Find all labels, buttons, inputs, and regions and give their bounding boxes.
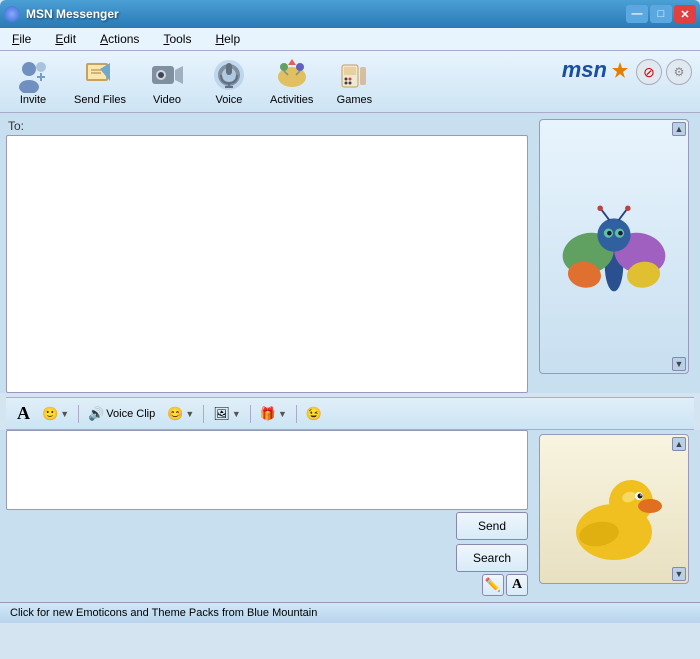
games-button[interactable]: Games bbox=[329, 55, 379, 108]
voice-clip-icon: 🔊 bbox=[88, 406, 104, 422]
menu-actions[interactable]: Actions bbox=[94, 30, 145, 48]
close-button[interactable]: ✕ bbox=[674, 5, 696, 23]
input-buttons: Send Search bbox=[6, 512, 528, 572]
avatar-scroll-up[interactable]: ▲ bbox=[672, 122, 686, 136]
voice-clip-label: Voice Clip bbox=[106, 408, 155, 420]
invite-label: Invite bbox=[20, 94, 46, 106]
toolbar-separator-1 bbox=[78, 405, 79, 423]
my-avatar-panel: ▲ ▼ bbox=[534, 430, 694, 596]
buddy-avatar: ▲ bbox=[539, 119, 689, 374]
status-text: Click for new Emoticons and Theme Packs … bbox=[10, 607, 317, 619]
bottom-icons-row: ✏️ A bbox=[6, 574, 528, 596]
invite-button[interactable]: Invite bbox=[8, 55, 58, 108]
menu-edit[interactable]: Edit bbox=[49, 30, 82, 48]
app-icon bbox=[4, 6, 20, 22]
my-avatar-scroll-down[interactable]: ▼ bbox=[672, 567, 686, 581]
toolbar: Invite Send Files Video bbox=[0, 51, 700, 113]
voice-label: Voice bbox=[216, 94, 243, 106]
emoticon-dropdown[interactable]: ▼ bbox=[60, 409, 69, 419]
status-bar: Click for new Emoticons and Theme Packs … bbox=[0, 602, 700, 623]
chat-to-label: To: bbox=[6, 119, 528, 133]
image-dropdown[interactable]: ▼ bbox=[232, 409, 241, 419]
voice-button[interactable]: Voice bbox=[204, 55, 254, 108]
activities-button[interactable]: Activities bbox=[266, 55, 317, 108]
input-area: Send Search ✏️ A bbox=[6, 430, 528, 596]
invite-icon bbox=[15, 57, 51, 93]
gift-icon: 🎁 bbox=[260, 406, 276, 422]
toolbar-right-icons: ⊘ ⚙ bbox=[636, 59, 692, 85]
wink-icon: 😉 bbox=[306, 406, 322, 422]
gift-dropdown[interactable]: ▼ bbox=[278, 409, 287, 419]
chat-area: To: bbox=[6, 119, 528, 393]
voice-icon bbox=[211, 57, 247, 93]
emoticon2-dropdown[interactable]: ▼ bbox=[185, 409, 194, 419]
emoticon2-button[interactable]: 😊 ▼ bbox=[164, 405, 197, 423]
menu-file[interactable]: File bbox=[6, 30, 37, 48]
toolbar-separator-4 bbox=[296, 405, 297, 423]
font-change-button[interactable]: A bbox=[506, 574, 528, 596]
send-button[interactable]: Send bbox=[456, 512, 528, 540]
toolbar-separator-3 bbox=[250, 405, 251, 423]
font-icon: A bbox=[17, 403, 30, 424]
message-input[interactable] bbox=[6, 430, 528, 510]
my-avatar-scroll-up[interactable]: ▲ bbox=[672, 437, 686, 451]
search-button[interactable]: Search bbox=[456, 544, 528, 572]
voice-clip-button[interactable]: 🔊 Voice Clip bbox=[85, 405, 158, 423]
window-title: MSN Messenger bbox=[26, 7, 119, 21]
image-icon: 🖼 bbox=[213, 406, 230, 422]
send-files-icon bbox=[82, 57, 118, 93]
emoticon2-icon: 😊 bbox=[167, 406, 183, 422]
gift-button[interactable]: 🎁 ▼ bbox=[257, 405, 290, 423]
menu-bar: File Edit Actions Tools Help bbox=[0, 28, 700, 51]
send-files-label: Send Files bbox=[74, 94, 126, 106]
font-button[interactable]: A bbox=[14, 402, 33, 425]
image-insert-button[interactable]: 🖼 ▼ bbox=[210, 405, 243, 423]
games-icon bbox=[336, 57, 372, 93]
avatar-scroll-down[interactable]: ▼ bbox=[672, 357, 686, 371]
block-button[interactable]: ⊘ bbox=[636, 59, 662, 85]
emoticon-icon: 🙂 bbox=[42, 406, 58, 422]
title-bar: MSN Messenger — □ ✕ bbox=[0, 0, 700, 28]
avatar-panel: ▲ bbox=[534, 119, 694, 393]
activities-icon bbox=[274, 57, 310, 93]
minimize-button[interactable]: — bbox=[626, 5, 648, 23]
emoticon-button[interactable]: 🙂 ▼ bbox=[39, 405, 72, 423]
toolbar-separator-2 bbox=[203, 405, 204, 423]
video-label: Video bbox=[153, 94, 181, 106]
send-files-button[interactable]: Send Files bbox=[70, 55, 130, 108]
window-controls: — □ ✕ bbox=[626, 5, 696, 23]
handwriting-icon: ✏️ bbox=[485, 577, 501, 593]
my-avatar: ▲ ▼ bbox=[539, 434, 689, 584]
bottom-area: Send Search ✏️ A ▲ bbox=[0, 430, 700, 602]
chat-messages bbox=[6, 135, 528, 393]
handwriting-button[interactable]: ✏️ bbox=[482, 574, 504, 596]
msn-logo: msn bbox=[562, 57, 630, 83]
video-button[interactable]: Video bbox=[142, 55, 192, 108]
title-bar-left: MSN Messenger bbox=[4, 6, 119, 22]
games-label: Games bbox=[337, 94, 372, 106]
wink-button[interactable]: 😉 bbox=[303, 405, 325, 423]
menu-help[interactable]: Help bbox=[209, 30, 246, 48]
activities-label: Activities bbox=[270, 94, 313, 106]
font-change-icon: A bbox=[512, 577, 522, 593]
input-toolbar: A 🙂 ▼ 🔊 Voice Clip 😊 ▼ 🖼 ▼ 🎁 ▼ 😉 bbox=[6, 397, 694, 430]
settings-button[interactable]: ⚙ bbox=[666, 59, 692, 85]
main-content: To: ▲ bbox=[0, 113, 700, 393]
menu-tools[interactable]: Tools bbox=[157, 30, 197, 48]
maximize-button[interactable]: □ bbox=[650, 5, 672, 23]
video-icon bbox=[149, 57, 185, 93]
